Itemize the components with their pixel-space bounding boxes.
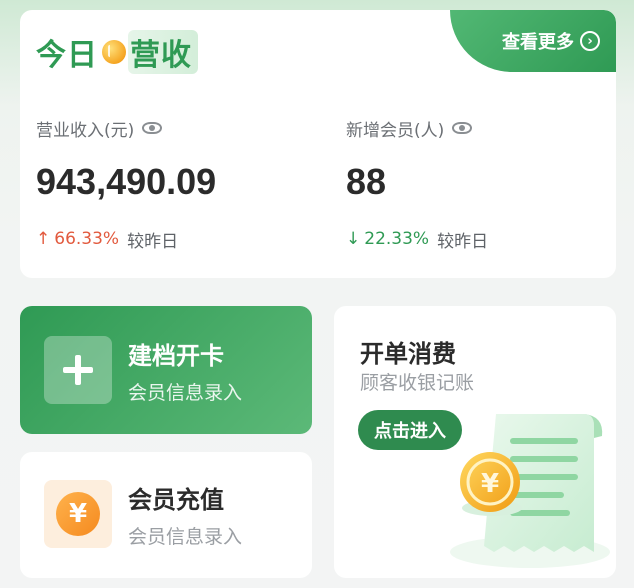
open-card-subtitle: 会员信息录入 (128, 382, 243, 404)
recharge-title: 会员充值 (128, 486, 224, 514)
view-more-label: 查看更多 (502, 32, 574, 53)
open-card-tile[interactable]: 建档开卡 会员信息录入 (20, 306, 312, 434)
eye-icon[interactable] (142, 122, 163, 134)
yen-box: ¥ (44, 480, 112, 548)
title-part-revenue: 营收 (128, 30, 198, 74)
open-card-title: 建档开卡 (128, 342, 224, 370)
revenue-card-title: 今日 营收 (36, 30, 198, 74)
stat-members-compare: 较昨日 (437, 231, 489, 252)
stat-revenue-compare: 较昨日 (127, 231, 179, 252)
arrow-down-icon: ↓ (346, 229, 361, 249)
chevron-right-icon: › (580, 31, 600, 51)
recharge-subtitle: 会员信息录入 (128, 526, 243, 548)
member-recharge-tile[interactable]: ¥ 会员充值 会员信息录入 (20, 452, 312, 578)
stat-revenue-label: 营业收入(元) (36, 120, 135, 141)
svg-text:¥: ¥ (481, 469, 499, 499)
stat-revenue-change: 66.33% (54, 229, 120, 249)
stat-members-change: 22.33% (364, 229, 430, 249)
arrow-up-icon: ↑ (36, 229, 51, 249)
checkout-title: 开单消费 (360, 340, 456, 368)
stat-members-value: 88 (346, 161, 387, 202)
title-part-today: 今日 (36, 38, 98, 73)
checkout-tile[interactable]: 开单消费 顾客收银记账 点击进入 ¥ (334, 306, 616, 578)
today-revenue-card: 今日 营收 查看更多 › 营业收入(元) 943,490.09 ↑ 66.33%… (20, 10, 616, 278)
stat-revenue-value: 943,490.09 (36, 161, 217, 202)
view-more-button[interactable]: 查看更多 › (450, 10, 616, 72)
eye-icon[interactable] (452, 122, 473, 134)
yen-icon: ¥ (56, 492, 100, 536)
stat-new-members: 新增会员(人) 88 ↓ 22.33% 较昨日 (346, 114, 488, 252)
stat-members-label: 新增会员(人) (346, 120, 445, 141)
plus-box (44, 336, 112, 404)
receipt-coin-illustration: ¥ (450, 414, 610, 568)
plus-icon (63, 355, 93, 385)
coin-icon (102, 40, 126, 64)
stat-revenue: 营业收入(元) 943,490.09 ↑ 66.33% 较昨日 (36, 114, 216, 252)
checkout-subtitle: 顾客收银记账 (360, 372, 475, 394)
